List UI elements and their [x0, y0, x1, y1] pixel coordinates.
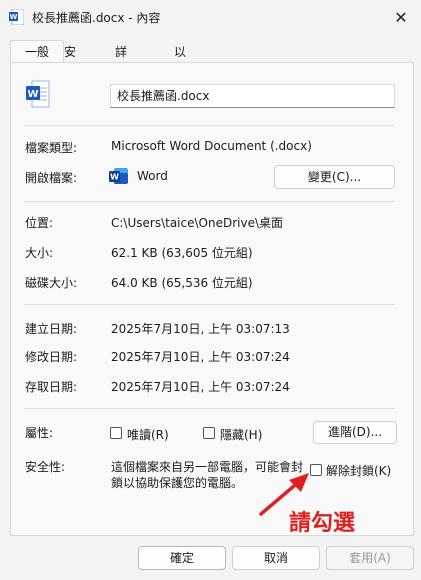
tab-details[interactable]: 詳細資料: [111, 42, 131, 119]
file-type-label: 檔案類型:: [25, 141, 78, 155]
divider: [24, 304, 395, 305]
divider: [24, 408, 395, 409]
tab-security[interactable]: 安全性: [60, 42, 80, 99]
hidden-label[interactable]: 隱藏(H): [220, 426, 262, 443]
modified-value: 2025年7月10日, 上午 03:07:24: [111, 350, 290, 364]
svg-text:W: W: [110, 173, 119, 182]
security-text-line2: 鎖以協助保護您的電腦。: [111, 476, 244, 490]
size-label: 大小:: [25, 246, 54, 260]
svg-text:W: W: [10, 13, 18, 21]
readonly-label[interactable]: 唯讀(R): [127, 426, 169, 443]
unblock-label[interactable]: 解除封鎖(K): [326, 462, 391, 479]
hidden-checkbox[interactable]: [203, 427, 215, 439]
accessed-value: 2025年7月10日, 上午 03:07:24: [111, 380, 290, 394]
title-bar: W 校長推薦函.docx - 內容 ✕: [0, 0, 421, 34]
window-title: 校長推薦函.docx - 內容: [32, 11, 161, 25]
modified-label: 修改日期:: [25, 350, 78, 364]
divider: [24, 125, 395, 126]
accessed-label: 存取日期:: [25, 380, 78, 394]
apply-button[interactable]: 套用(A): [326, 546, 414, 570]
created-label: 建立日期:: [25, 322, 78, 336]
svg-text:W: W: [27, 89, 38, 100]
advanced-button[interactable]: 進階(D)...: [313, 421, 397, 444]
file-name-input[interactable]: 校長推薦函.docx: [110, 84, 395, 108]
word-app-icon: W: [109, 168, 128, 184]
open-with-app: Word: [137, 169, 168, 183]
readonly-checkbox[interactable]: [110, 427, 122, 439]
close-icon: ✕: [394, 7, 408, 27]
file-type-value: Microsoft Word Document (.docx): [111, 139, 312, 153]
close-button[interactable]: ✕: [381, 0, 421, 34]
disk-size-label: 磁碟大小:: [25, 276, 78, 290]
location-label: 位置:: [25, 216, 54, 230]
disk-size-value: 64.0 KB (65,536 位元組): [111, 276, 253, 290]
annotation-text: 請勾選: [289, 511, 356, 536]
created-value: 2025年7月10日, 上午 03:07:13: [111, 322, 290, 336]
ok-button[interactable]: 確定: [138, 546, 226, 570]
tab-previous-versions[interactable]: 以前的版本: [170, 42, 190, 139]
change-button[interactable]: 變更(C)...: [274, 165, 395, 189]
cancel-button[interactable]: 取消: [232, 546, 320, 570]
location-value: C:\Users\taice\OneDrive\桌面: [111, 216, 283, 230]
security-label: 安全性:: [25, 460, 66, 474]
open-with-label: 開啟檔案:: [25, 171, 78, 185]
attributes-label: 屬性:: [25, 426, 54, 440]
tab-general[interactable]: 一般: [10, 40, 64, 63]
word-document-icon: W: [9, 9, 24, 25]
word-file-icon: W: [26, 80, 50, 108]
divider: [24, 201, 395, 202]
size-value: 62.1 KB (63,605 位元組): [111, 246, 253, 260]
